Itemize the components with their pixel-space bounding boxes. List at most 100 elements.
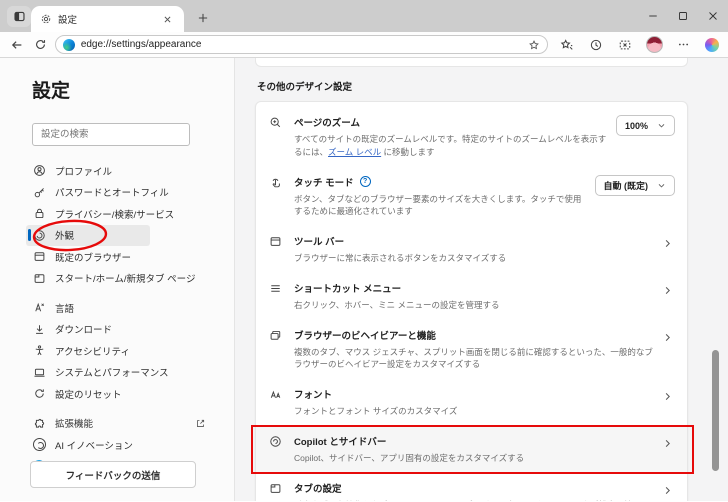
page-title: 設定 — [32, 81, 71, 102]
tab-settings[interactable]: 設定 — [31, 6, 184, 32]
sidebar-item-privacy[interactable]: プライバシー/検索/サービス — [26, 203, 212, 225]
extensions-icon — [32, 417, 46, 430]
sidebar-item-label: パスワードとオートフィル — [55, 188, 169, 200]
help-icon[interactable]: ? — [359, 176, 371, 187]
font-aa-icon — [269, 387, 294, 401]
maximize-button[interactable] — [668, 0, 698, 32]
sidebar-item-label: 既定のブラウザー — [55, 252, 132, 264]
sidebar-item-label: 拡張機能 — [55, 419, 94, 431]
row-text: タッチ モード? ボタン、タブなどのブラウザー要素のサイズを大きくします。タッチ… — [294, 175, 595, 219]
row-control: 100% — [615, 115, 675, 136]
system-icon — [32, 366, 46, 379]
row-description: すべてのサイトの既定のズームレベルです。特定のサイトのズームレベルを表示するには… — [294, 134, 607, 157]
sidebar-item-accessibility[interactable]: アクセシビリティ — [26, 340, 212, 362]
sidebar-item-start-home-newtab[interactable]: スタート/ホーム/新規タブ ページ — [26, 268, 212, 290]
web-capture-icon[interactable] — [615, 35, 635, 55]
tab-actions-menu-button[interactable] — [7, 6, 31, 27]
add-favorite-star-icon[interactable] — [528, 39, 540, 51]
sidebar-item-label: スタート/ホーム/新規タブ ページ — [55, 274, 196, 286]
sidebar-item-label: プライバシー/検索/サービス — [55, 209, 175, 221]
settings-page: 設定 プロファイル パスワードとオートフィル プライバシー/検索/サービス 外 — [0, 58, 728, 501]
refresh-button[interactable] — [29, 34, 52, 56]
language-icon — [32, 301, 46, 314]
avatar-image — [645, 36, 663, 53]
row-toolbar[interactable]: ツール バー ブラウザーに常に表示されるボタンをカスタマイズする — [256, 226, 687, 273]
row-tab-settings[interactable]: タブの設定 垂直タブの有効化やタブにホバーしたときのプレビュー表示など、すべての… — [256, 473, 687, 502]
sidebar-nav: プロファイル パスワードとオートフィル プライバシー/検索/サービス 外観 既定… — [26, 160, 212, 477]
row-description: 垂直タブの有効化やタブにホバーしたときのプレビュー表示など、すべてのタブ設定を管… — [294, 499, 654, 502]
copilot-outline-icon — [269, 434, 294, 448]
row-title: ページのズーム — [294, 118, 361, 129]
chevron-right-icon[interactable] — [662, 328, 675, 343]
browser-window-icon — [32, 250, 46, 263]
sidebar-item-extensions[interactable]: 拡張機能 — [26, 413, 212, 435]
settings-search-input[interactable] — [32, 123, 190, 146]
appearance-icon — [32, 229, 46, 242]
chevron-right-icon[interactable] — [662, 387, 675, 402]
zoom-in-icon — [269, 115, 294, 129]
tab-close-icon[interactable] — [160, 12, 175, 27]
row-text: ショートカット メニュー 右クリック、ホバー、ミニ メニューの設定を管理する — [294, 281, 662, 312]
reset-icon — [32, 387, 46, 400]
touch-icon — [269, 175, 294, 189]
row-text: タブの設定 垂直タブの有効化やタブにホバーしたときのプレビュー表示など、すべての… — [294, 481, 662, 502]
scrollbar-thumb[interactable] — [712, 350, 719, 471]
sidebar-item-label: AI イノベーション — [55, 440, 133, 452]
favorites-hub-icon[interactable] — [557, 35, 577, 55]
row-title: フォント — [294, 390, 333, 401]
chevron-right-icon[interactable] — [662, 234, 675, 249]
history-icon[interactable] — [586, 35, 606, 55]
row-fonts[interactable]: フォント フォントとフォント サイズのカスタマイズ — [256, 379, 687, 426]
row-copilot-sidebar[interactable]: Copilot とサイドバー Copilot、サイドバー、アプリ固有の設定をカス… — [251, 424, 694, 474]
chevron-right-icon[interactable] — [662, 434, 675, 449]
zoom-level-link[interactable]: ズーム レベル — [328, 147, 381, 157]
address-bar[interactable]: edge://settings/appearance — [54, 35, 548, 54]
row-text: ツール バー ブラウザーに常に表示されるボタンをカスタマイズする — [294, 234, 662, 265]
edge-browser-window: 設定 edge://settings/appearance 設定 設定の検索 プ… — [0, 0, 728, 502]
toolbar-icon — [269, 234, 294, 248]
chevron-right-icon[interactable] — [662, 481, 675, 496]
minimize-button[interactable] — [638, 0, 668, 32]
menu-lines-icon — [269, 281, 294, 295]
sidebar-item-reset-settings[interactable]: 設定のリセット — [26, 383, 212, 405]
url-text[interactable]: edge://settings/appearance — [81, 39, 202, 50]
tab-page-icon — [32, 272, 46, 285]
back-button[interactable] — [6, 34, 29, 56]
section-title: その他のデザイン設定 — [257, 82, 353, 93]
more-menu-icon[interactable] — [673, 35, 693, 55]
sidebar-item-languages[interactable]: 言語 — [26, 297, 212, 319]
new-tab-button[interactable] — [193, 8, 213, 28]
page-zoom-select[interactable]: 100% — [615, 115, 675, 136]
row-shortcut-menu[interactable]: ショートカット メニュー 右クリック、ホバー、ミニ メニューの設定を管理する — [256, 273, 687, 320]
row-browser-behaviors[interactable]: ブラウザーのビヘイビアーと機能 複数のタブ、マウス ジェスチャ、スプリット画面を… — [256, 320, 687, 380]
sidebar-item-label: 言語 — [55, 303, 75, 315]
sidebar-item-ai-innovation[interactable]: AI イノベーション — [26, 434, 212, 456]
tab-title: 設定 — [58, 15, 78, 26]
profile-avatar[interactable] — [644, 35, 664, 55]
close-window-button[interactable] — [698, 0, 728, 32]
sidebar-item-system-performance[interactable]: システムとパフォーマンス — [26, 362, 212, 384]
row-control — [662, 328, 675, 343]
sidebar-item-label: ダウンロード — [55, 325, 113, 337]
row-title: ショートカット メニュー — [294, 283, 402, 295]
windows-stack-icon — [269, 328, 294, 342]
sidebar-item-profile[interactable]: プロファイル — [26, 160, 212, 182]
accessibility-icon — [32, 344, 46, 357]
sidebar-item-label: 外観 — [55, 231, 75, 243]
copilot-icon[interactable] — [702, 35, 722, 55]
row-control — [662, 387, 675, 402]
sidebar-item-passwords[interactable]: パスワードとオートフィル — [26, 182, 212, 204]
chevron-right-icon[interactable] — [662, 281, 675, 296]
send-feedback-button[interactable]: フィードバックの送信 — [30, 461, 196, 488]
sidebar-item-appearance[interactable]: 外観 — [26, 219, 150, 251]
copilot-logo-image — [705, 37, 719, 52]
lock-icon — [32, 207, 46, 220]
gear-icon — [40, 13, 52, 25]
sidebar-item-downloads[interactable]: ダウンロード — [26, 319, 212, 341]
row-title: タッチ モード? — [294, 175, 587, 189]
row-touch-mode: タッチ モード? ボタン、タブなどのブラウザー要素のサイズを大きくします。タッチ… — [256, 167, 687, 227]
touch-mode-select[interactable]: 自動 (既定) — [594, 174, 675, 196]
row-description: 右クリック、ホバー、ミニ メニューの設定を管理する — [294, 299, 500, 310]
sidebar-item-default-browser[interactable]: 既定のブラウザー — [26, 246, 212, 268]
chevron-down-icon — [658, 124, 665, 128]
